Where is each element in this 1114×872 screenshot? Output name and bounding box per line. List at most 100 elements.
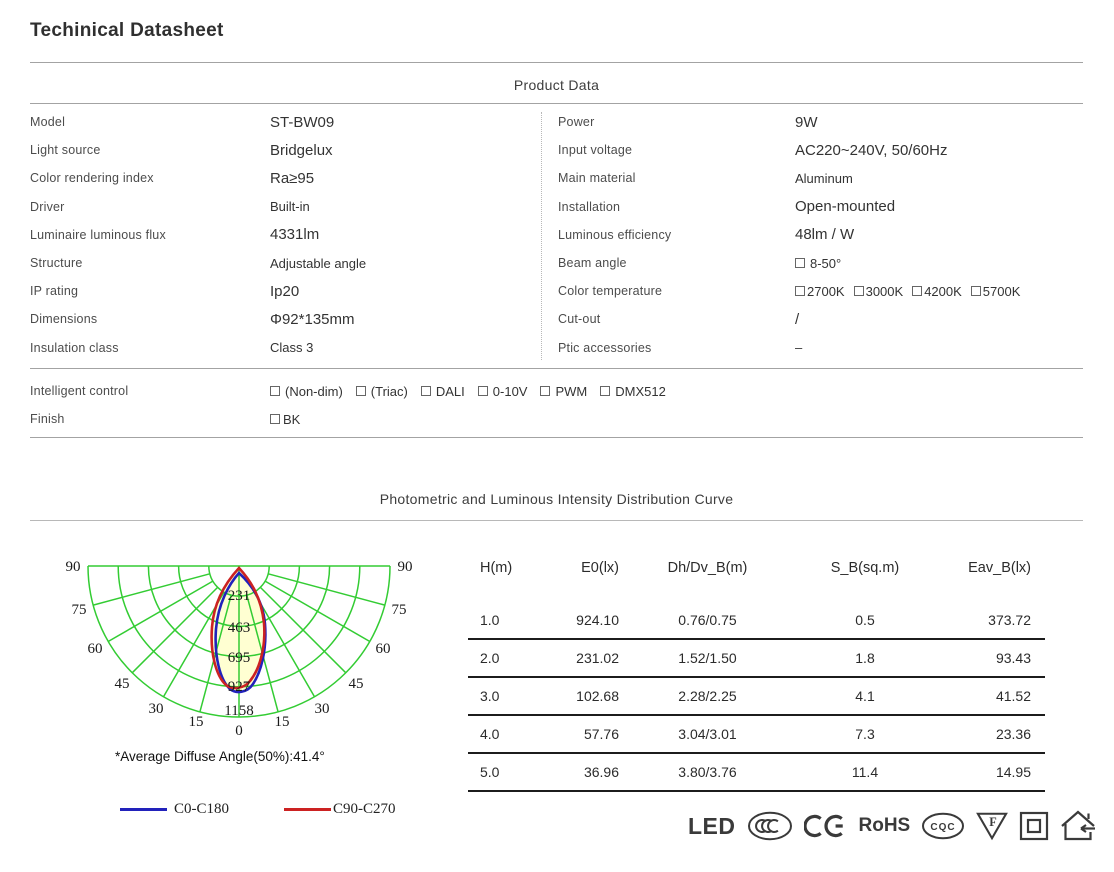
color-temp-option: 3000K — [853, 284, 903, 299]
spec-value: ST-BW09 — [270, 113, 335, 131]
checkbox-icon — [912, 286, 923, 297]
ce-mark-icon — [803, 814, 843, 838]
cell: 57.76 — [583, 726, 619, 742]
spec-label: Dimensions — [30, 312, 98, 327]
spec-value: Built-in — [270, 199, 310, 215]
spec-value: 4331lm — [270, 226, 320, 244]
control-option: DMX512 — [600, 384, 666, 399]
divider — [30, 368, 1083, 369]
spec-label: Cut-out — [558, 312, 601, 327]
control-option: DALI — [420, 384, 465, 399]
col-header: Eav_B(lx) — [968, 560, 1031, 576]
spec-label: Driver — [30, 199, 65, 214]
svg-text:45: 45 — [349, 676, 364, 692]
checkbox-icon — [795, 258, 805, 269]
svg-text:231: 231 — [228, 588, 251, 604]
spec-label: Luminaire luminous flux — [30, 227, 166, 242]
spec-label: Color temperature — [558, 284, 663, 299]
cell: 3.04/3.01 — [678, 726, 737, 742]
control-option: (Triac) — [355, 383, 408, 399]
spec-value: 2700K 3000K 4200K 5700K — [795, 284, 1020, 299]
double-insulation-icon — [1020, 811, 1049, 841]
option-label: 2700K — [807, 283, 845, 299]
spec-value: 8-50° — [795, 256, 841, 271]
spec-value: BK — [270, 412, 300, 427]
spec-label: Color rendering index — [30, 171, 154, 186]
svg-text:0: 0 — [235, 723, 243, 739]
legend-label-c0-c180: C0-C180 — [174, 801, 230, 817]
divider — [30, 62, 1083, 63]
spec-label: Structure — [30, 256, 83, 271]
cell: 23.36 — [995, 726, 1031, 742]
cell: 41.52 — [995, 688, 1031, 704]
spec-value: – — [795, 340, 803, 356]
spec-row-finish: Finish BK — [30, 405, 1083, 433]
cell: 231.02 — [576, 650, 619, 666]
spec-row-model: Model ST-BW09 — [30, 108, 535, 136]
table-row: 3.0 102.68 2.28/2.25 4.1 41.52 — [468, 678, 1045, 716]
checkbox-icon — [355, 386, 366, 396]
cell: 11.4 — [851, 764, 879, 780]
color-temp-option: 2700K — [795, 284, 845, 299]
cell: 4.0 — [480, 726, 500, 742]
cell: 4.1 — [855, 688, 875, 704]
page-title: Techinical Datasheet — [30, 20, 224, 41]
cell: 5.0 — [480, 764, 500, 780]
cell: 1.52/1.50 — [678, 650, 737, 666]
spec-value: Φ92*135mm — [270, 310, 355, 328]
cell: 924.10 — [576, 612, 619, 628]
svg-text:30: 30 — [149, 701, 164, 717]
spec-label: Beam angle — [558, 256, 627, 271]
cell: 2.0 — [480, 650, 500, 666]
legend-line-blue — [120, 808, 167, 811]
option-label: DMX512 — [615, 383, 666, 399]
option-label: (Non-dim) — [285, 383, 343, 399]
option-label: (Triac) — [370, 383, 408, 399]
spec-table-left: Model ST-BW09 Light source Bridgelux Col… — [30, 108, 535, 362]
spec-row-power: Power 9W — [558, 108, 1084, 136]
spec-row-luminous-flux: Luminaire luminous flux 4331lm — [30, 221, 535, 249]
spec-label: Ptic accessories — [558, 340, 652, 355]
option-label: 0-10V — [492, 383, 528, 399]
spec-row-structure: Structure Adjustable angle — [30, 249, 535, 277]
svg-text:60: 60 — [88, 641, 103, 657]
svg-text:45: 45 — [115, 676, 130, 692]
spec-row-cri: Color rendering index Ra≥95 — [30, 164, 535, 192]
svg-text:927: 927 — [228, 679, 251, 695]
spec-value: 9W — [795, 113, 818, 131]
spec-row-installation: Installation Open-mounted — [558, 193, 1084, 221]
table-row: 2.0 231.02 1.52/1.50 1.8 93.43 — [468, 640, 1045, 678]
spec-value: Adjustable angle — [270, 255, 367, 271]
divider — [30, 520, 1083, 521]
spec-row-light-source: Light source Bridgelux — [30, 136, 535, 164]
svg-text:15: 15 — [189, 714, 204, 730]
checkbox-icon — [270, 414, 280, 424]
cqc-mark-icon: CQC — [922, 812, 965, 840]
cell: 7.3 — [855, 726, 875, 742]
svg-text:90: 90 — [66, 559, 81, 575]
option-label: BK — [283, 411, 301, 427]
table-row: 5.0 36.96 3.80/3.76 11.4 14.95 — [468, 754, 1045, 792]
spec-label: Input voltage — [558, 143, 633, 158]
spec-label: Intelligent control — [30, 384, 129, 398]
option-label: PWM — [555, 383, 588, 399]
checkbox-icon — [420, 386, 431, 396]
table-header-row: H(m) E0(lx) Dh/Dv_B(m) S_B(sq.m) Eav_B(l… — [468, 556, 1045, 602]
spec-label: Model — [30, 115, 66, 130]
svg-text:60: 60 — [376, 641, 391, 657]
col-header: H(m) — [480, 560, 513, 576]
spec-label: Installation — [558, 199, 621, 214]
datasheet-page: Techinical Datasheet Product Data Model … — [0, 0, 1114, 872]
svg-text:30: 30 — [315, 701, 330, 717]
spec-row-main-material: Main material Aluminum — [558, 164, 1084, 192]
divider — [30, 437, 1083, 438]
chart-legend: C0-C180 C90-C270 — [120, 801, 396, 818]
checkbox-icon — [853, 286, 864, 297]
cell: 3.0 — [480, 688, 500, 704]
spec-value: 48lm / W — [795, 226, 855, 244]
spec-row-ptic-accessories: Ptic accessories – — [558, 334, 1084, 362]
rohs-mark: RoHS — [858, 815, 911, 836]
cell: 0.76/0.75 — [678, 612, 737, 628]
table-row: 1.0 924.10 0.76/0.75 0.5 373.72 — [468, 602, 1045, 640]
checkbox-icon — [477, 386, 488, 396]
